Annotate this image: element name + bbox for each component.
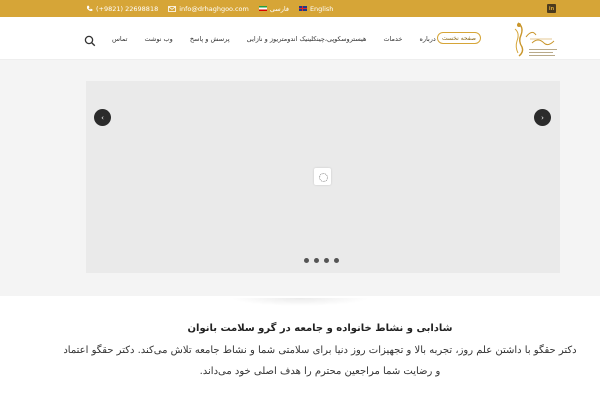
top-bar: (+9821) 22698818 info@drhaghgoo.com فارس… <box>0 0 600 17</box>
intro-heading: شادابی و نشاط خانواده و جامعه در گرو سلا… <box>187 323 453 334</box>
slider-pagination <box>304 258 339 263</box>
slider-next-arrow[interactable]: › <box>534 109 551 126</box>
slider-dot[interactable] <box>334 258 339 263</box>
nav-item-blog[interactable]: وب نوشت <box>144 35 172 43</box>
flag-iran-icon <box>258 6 267 11</box>
hero-section <box>0 60 600 296</box>
contact-strip: (+9821) 22698818 info@drhaghgoo.com فارس… <box>86 0 333 17</box>
nav-item-about[interactable]: درباره <box>419 35 435 43</box>
phone-icon <box>86 5 93 12</box>
intro-section: شادابی و نشاط خانواده و جامعه در گرو سلا… <box>60 318 580 382</box>
nav-item-hysteroscopy[interactable]: هیستروسکوپی،چینکلینیک اندومتریوز و نازای… <box>247 35 367 43</box>
mail-icon <box>168 5 177 12</box>
lang-fa-link[interactable]: فارسی <box>258 4 289 13</box>
nav-item-faq[interactable]: پرسش و پاسخ <box>190 35 230 43</box>
slider-dot[interactable] <box>314 258 319 263</box>
phone-number: (+9821) 22698818 <box>96 4 159 13</box>
phone-item[interactable]: (+9821) 22698818 <box>86 5 158 13</box>
home-button[interactable]: صفحه نخست <box>437 32 481 44</box>
main-navbar: تماس وب نوشت پرسش و پاسخ هیستروسکوپی،چین… <box>0 17 600 60</box>
email-item[interactable]: info@drhaghgoo.com <box>168 5 249 13</box>
lang-en-link[interactable]: English <box>298 4 334 13</box>
slider-dot[interactable] <box>304 258 309 263</box>
loader-icon <box>314 168 331 185</box>
site-logo[interactable] <box>504 19 566 59</box>
slider-prev-arrow[interactable]: ‹ <box>94 109 111 126</box>
nav-item-services[interactable]: خدمات <box>383 35 402 43</box>
flag-uk-icon <box>298 6 307 11</box>
slider-dot[interactable] <box>324 258 329 263</box>
nav-item-contact[interactable]: تماس <box>112 35 127 43</box>
nav-menu: تماس وب نوشت پرسش و پاسخ هیستروسکوپی،چین… <box>112 17 436 60</box>
search-icon[interactable] <box>84 32 96 47</box>
linkedin-icon[interactable]: in <box>547 4 556 13</box>
intro-body: دکتر حقگو با داشتن علم روز، تجربه بالا و… <box>63 345 577 377</box>
lang-en-label: English <box>309 4 334 13</box>
email-address: info@drhaghgoo.com <box>179 4 249 13</box>
lang-fa-label: فارسی <box>269 4 289 13</box>
section-divider <box>230 298 370 306</box>
